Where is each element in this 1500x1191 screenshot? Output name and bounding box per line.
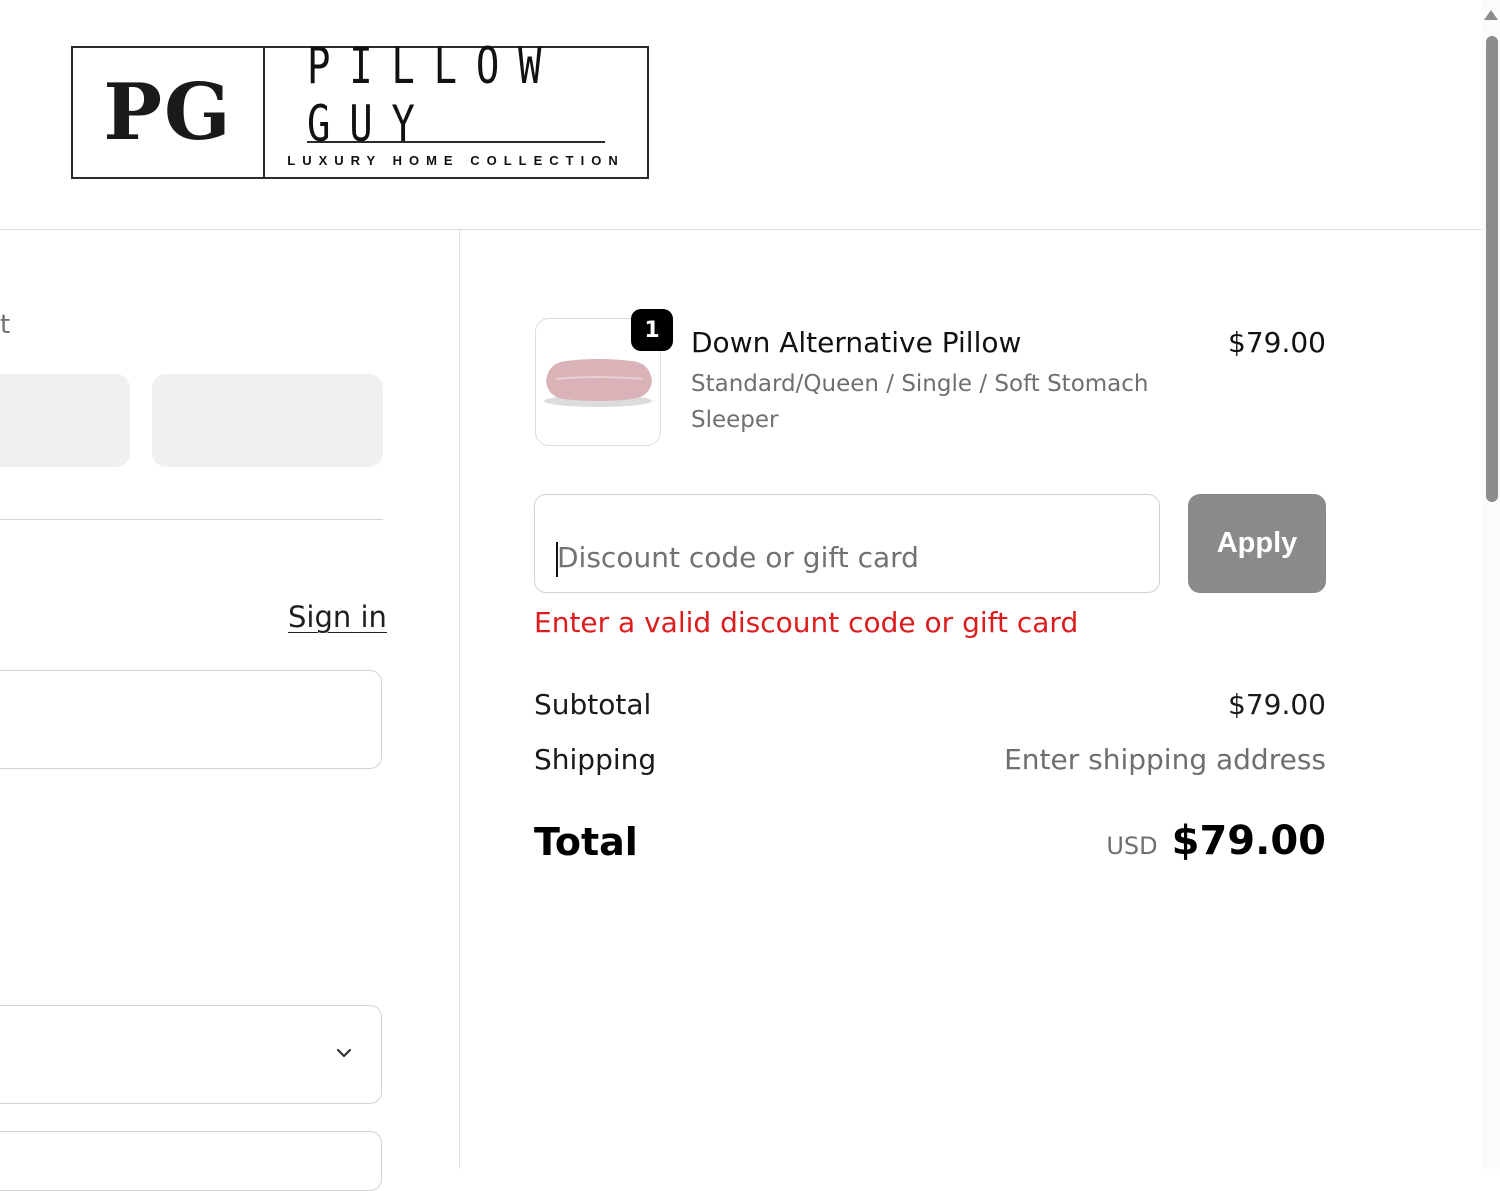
product-price: $79.00 <box>1228 326 1326 359</box>
express-checkout-button[interactable] <box>0 374 130 467</box>
product-title: Down Alternative Pillow <box>691 326 1022 359</box>
express-checkout-button[interactable] <box>152 374 383 467</box>
logo-monogram: PG <box>73 48 265 177</box>
apply-button[interactable]: Apply <box>1188 494 1326 593</box>
address-input[interactable] <box>0 1131 382 1191</box>
shipping-value: Enter shipping address <box>1004 743 1326 776</box>
discount-code-input[interactable] <box>534 494 1160 593</box>
subtotal-label: Subtotal <box>534 688 652 721</box>
brand-logo[interactable]: PG PILLOW GUY LUXURY HOME COLLECTION <box>71 37 649 179</box>
scroll-up-arrow-icon[interactable] <box>1484 10 1498 20</box>
discount-error-message: Enter a valid discount code or gift card <box>534 606 1079 639</box>
total-amount: $79.00 <box>1171 818 1326 864</box>
total-label: Total <box>534 820 638 864</box>
scrollbar[interactable] <box>1482 0 1500 1169</box>
chevron-down-icon <box>336 1048 352 1058</box>
divider <box>0 519 383 520</box>
subtotal-value: $79.00 <box>1228 688 1326 721</box>
product-variant: Standard/Queen / Single / Soft Stomach S… <box>691 371 1149 433</box>
text-caret <box>556 542 558 577</box>
logo-name: PILLOW GUY <box>307 37 605 153</box>
column-divider <box>459 230 460 1169</box>
header: PG PILLOW GUY LUXURY HOME COLLECTION <box>0 0 1482 230</box>
quantity-badge: 1 <box>631 309 673 351</box>
sign-in-link[interactable]: Sign in <box>288 600 387 634</box>
contact-input[interactable] <box>0 670 382 769</box>
total-value: USD $79.00 <box>1106 818 1326 864</box>
country-select[interactable] <box>0 1005 382 1104</box>
shipping-label: Shipping <box>534 743 657 776</box>
left-text-fragment: t <box>0 310 11 340</box>
scrollbar-thumb[interactable] <box>1486 36 1498 502</box>
currency-code: USD <box>1106 832 1158 860</box>
logo-wordmark: PILLOW GUY LUXURY HOME COLLECTION <box>265 37 647 177</box>
